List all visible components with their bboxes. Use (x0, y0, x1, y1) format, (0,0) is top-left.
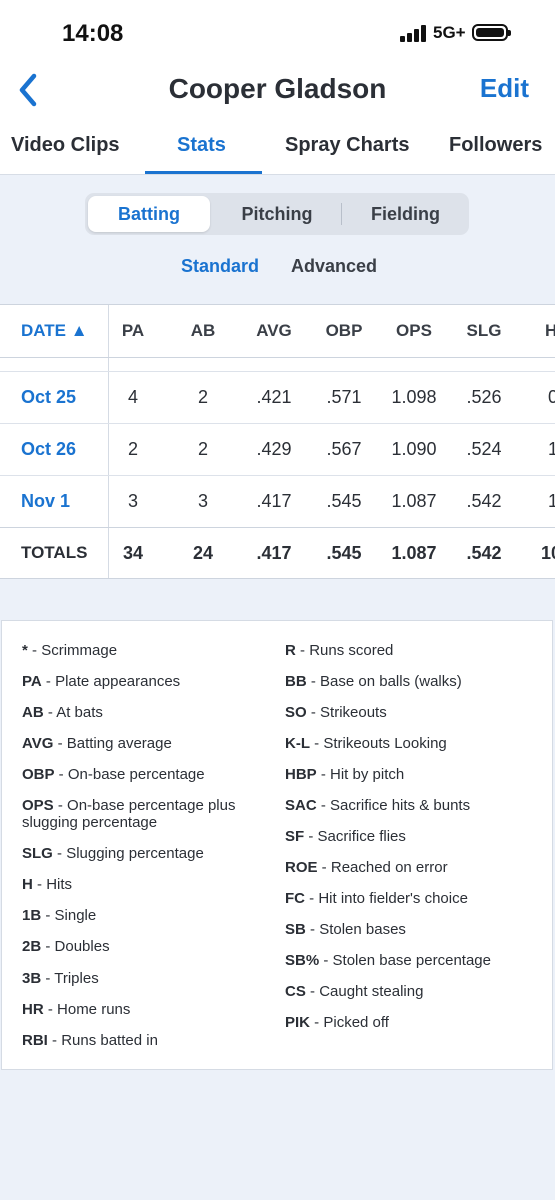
stat-cell: 2 (127, 439, 138, 459)
total-cell: .542 (466, 543, 502, 563)
stats-legend: * - Scrimmage PA - Plate appearances AB … (1, 620, 553, 1070)
tab-spray-charts[interactable]: Spray Charts (285, 134, 410, 157)
column-header[interactable]: AVG (244, 321, 304, 341)
column-header[interactable]: SLG (454, 321, 514, 341)
legend-item: 3B - Triples (22, 970, 99, 987)
tab-video-clips[interactable]: Video Clips (11, 134, 120, 157)
total-cell: 24 (192, 543, 214, 563)
battery-icon (472, 24, 511, 41)
legend-item: SF - Sacrifice flies (285, 828, 406, 845)
total-cell: .417 (256, 543, 292, 563)
legend-item: H - Hits (22, 876, 73, 893)
stat-type-segmented-control: Batting Pitching Fielding (85, 193, 469, 235)
row-date[interactable]: Oct 25 (21, 387, 76, 408)
subtab-advanced[interactable]: Advanced (291, 256, 377, 277)
legend-item: SB - Stolen bases (285, 921, 406, 938)
stat-cell: .526 (466, 387, 502, 407)
signal-icon (400, 24, 430, 42)
column-header[interactable]: PA (108, 321, 158, 341)
stat-cell: 3 (197, 491, 208, 511)
legend-item: 1B - Single (22, 907, 97, 924)
legend-item: K-L - Strikeouts Looking (285, 735, 447, 752)
totals-divider (0, 527, 555, 528)
column-header[interactable]: OPS (381, 321, 447, 341)
legend-item: HBP - Hit by pitch (285, 766, 405, 783)
segment-batting[interactable]: Batting (88, 196, 210, 232)
legend-item: OPS - On-base percentage plus slugging p… (22, 797, 236, 831)
stat-cell: 2 (197, 387, 208, 407)
legend-item: SAC - Sacrifice hits & bunts (285, 797, 471, 814)
total-cell: 1.087 (391, 543, 437, 563)
column-header[interactable]: H (545, 321, 555, 341)
column-header[interactable]: AB (178, 321, 228, 341)
legend-item: SB% - Stolen base percentage (285, 952, 491, 969)
network-type: 5G+ (433, 23, 466, 42)
legend-item: SLG - Slugging percentage (22, 845, 204, 862)
row-date[interactable]: Oct 26 (21, 439, 76, 460)
stat-cell: .524 (466, 439, 502, 459)
stat-cell: 1.090 (391, 439, 437, 459)
legend-item: BB - Base on balls (walks) (285, 673, 462, 690)
segment-fielding[interactable]: Fielding (342, 193, 469, 235)
row-divider (0, 423, 555, 424)
legend-item: 2B - Doubles (22, 938, 110, 955)
legend-item: SO - Strikeouts (285, 704, 387, 721)
row-divider (0, 475, 555, 476)
status-time: 14:08 (62, 20, 124, 47)
legend-item: RBI - Runs batted in (22, 1032, 158, 1049)
row-divider (0, 371, 555, 372)
header-divider (0, 357, 555, 358)
stat-cell: 1.087 (391, 491, 437, 511)
nav-header: Cooper Gladson Edit (0, 60, 555, 120)
stats-table: DATE ▲ PA AB AVG OBP OPS SLG H Oct 25 4 … (0, 304, 555, 579)
stat-cell: 3 (127, 491, 138, 511)
segment-pitching[interactable]: Pitching (213, 193, 341, 235)
stat-cell: .545 (326, 491, 362, 511)
subtab-standard[interactable]: Standard (181, 256, 259, 277)
legend-item: AB - At bats (22, 704, 103, 721)
total-cell: 34 (122, 543, 144, 563)
date-sort-header[interactable]: DATE ▲ (21, 321, 88, 341)
row-date[interactable]: Nov 1 (21, 491, 70, 512)
stat-cell: .542 (466, 491, 502, 511)
stat-cell: 1 (548, 439, 555, 459)
legend-item: FC - Hit into fielder's choice (285, 890, 468, 907)
stat-cell: 0 (548, 387, 555, 407)
page-title: Cooper Gladson (168, 73, 387, 104)
legend-item: R - Runs scored (285, 642, 394, 659)
stat-cell: .429 (256, 439, 292, 459)
stat-cell: .421 (256, 387, 292, 407)
legend-item: ROE - Reached on error (285, 859, 448, 876)
legend-item: CS - Caught stealing (285, 983, 424, 1000)
legend-item: * - Scrimmage (22, 642, 118, 659)
legend-item: AVG - Batting average (22, 735, 172, 752)
legend-item: PIK - Picked off (285, 1014, 389, 1031)
stat-cell: 1.098 (391, 387, 437, 407)
profile-tabs: Video Clips Stats Spray Charts Followers (0, 120, 555, 175)
stat-cell: .571 (326, 387, 362, 407)
status-bar: 14:08 5G+ (0, 0, 555, 60)
stat-cell: .567 (326, 439, 362, 459)
total-cell: 10 (541, 543, 555, 563)
tab-followers[interactable]: Followers (449, 134, 542, 157)
stat-cell: .417 (256, 491, 292, 511)
tab-stats[interactable]: Stats (177, 134, 226, 157)
edit-button[interactable]: Edit (480, 73, 529, 104)
total-cell: .545 (326, 543, 362, 563)
stat-cell: 1 (548, 491, 555, 511)
stat-cell: 4 (127, 387, 138, 407)
column-header[interactable]: OBP (314, 321, 374, 341)
legend-item: OBP - On-base percentage (22, 766, 205, 783)
active-tab-indicator (145, 171, 262, 174)
stat-cell: 2 (197, 439, 208, 459)
legend-item: HR - Home runs (22, 1001, 131, 1018)
totals-label: TOTALS (21, 543, 88, 562)
legend-item: PA - Plate appearances (22, 673, 181, 690)
